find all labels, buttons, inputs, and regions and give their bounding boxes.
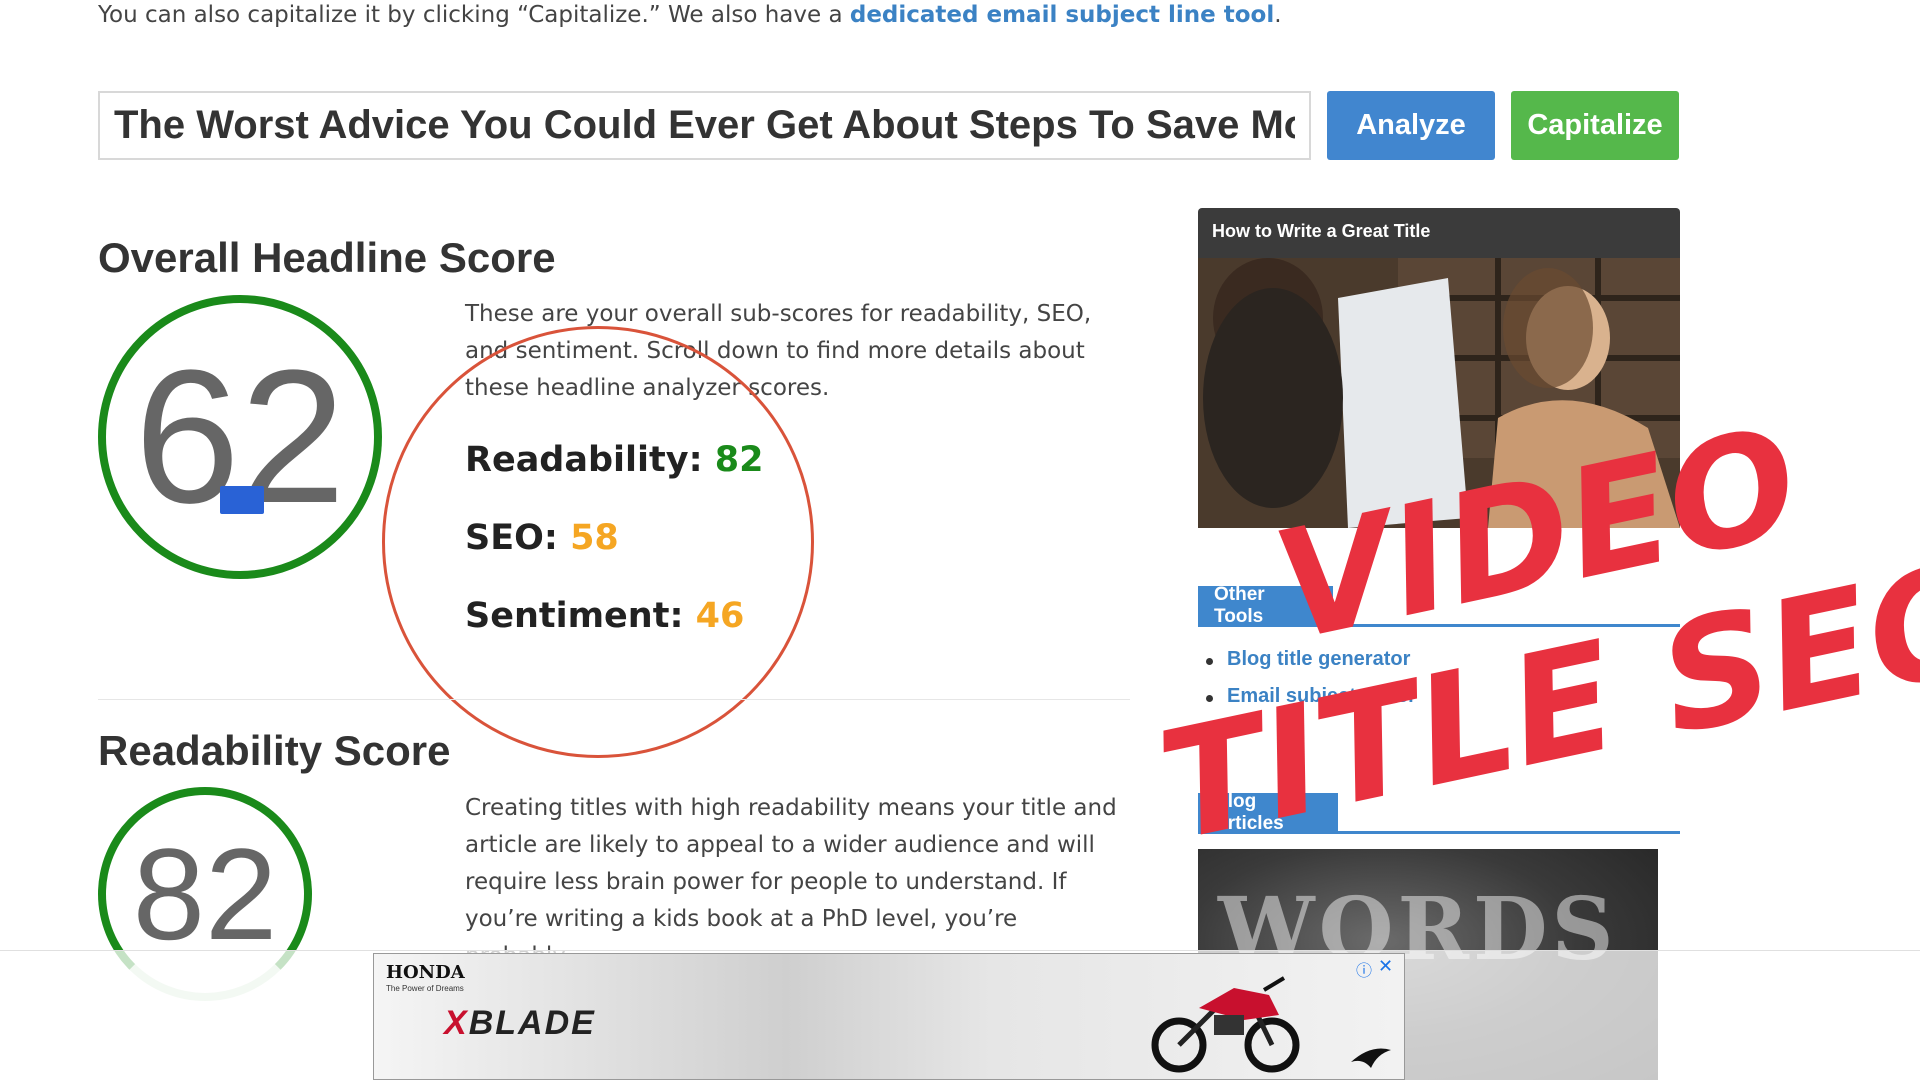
info-icon[interactable]: ⓘ [1356,957,1372,981]
video-scene-illustration [1198,258,1680,528]
ad-product-rest: BLADE [468,1004,596,1042]
analyze-button[interactable]: Analyze [1327,91,1495,160]
readability-score-title: Readability Score [98,727,451,774]
intro-text: You can also capitalize it by clicking “… [98,2,1282,28]
video-thumbnail[interactable] [1198,258,1680,528]
close-icon[interactable]: ✕ [1378,956,1400,977]
intro-text-end: . [1274,2,1282,28]
other-tools-underline [1198,624,1680,627]
highlight-circle-annotation [382,326,814,758]
overall-score-title: Overall Headline Score [98,234,556,281]
blog-articles-underline [1198,831,1680,834]
ad-brand: HONDA [386,962,465,983]
readability-description: Creating titles with high readability me… [465,795,1117,969]
intro-text-body: You can also capitalize it by clicking “… [98,2,850,28]
readability-score-value: 82 [132,821,278,967]
email-subject-tool-link[interactable]: dedicated email subject line tool [850,2,1274,28]
headline-input[interactable] [98,91,1311,160]
blog-articles-header: Blog Articles [1198,791,1338,834]
ad-product-x: X [444,1004,469,1042]
ad-product-logo: XBLADE [444,1004,596,1043]
video-player[interactable]: How to Write a Great Title [1198,208,1680,528]
bullet-icon [1206,695,1213,702]
overall-score-ring: 62 [98,295,382,579]
honda-wing-icon [1351,1048,1391,1068]
section-divider [98,699,1130,700]
ad-tagline: The Power of Dreams [386,984,464,993]
play-icon[interactable] [220,486,264,514]
ad-banner[interactable]: HONDA The Power of Dreams XBLADE ⓘ ✕ [373,953,1405,1080]
other-tools-header: Other Tools [1198,584,1333,627]
tool-link-email-subject-tester[interactable]: Email subject tester [1227,685,1416,708]
motorcycle-icon [1151,976,1300,1073]
tool-link-blog-title-generator[interactable]: Blog title generator [1227,648,1410,671]
capitalize-button[interactable]: Capitalize [1511,91,1679,160]
video-title: How to Write a Great Title [1212,221,1431,241]
bullet-icon [1206,658,1213,665]
